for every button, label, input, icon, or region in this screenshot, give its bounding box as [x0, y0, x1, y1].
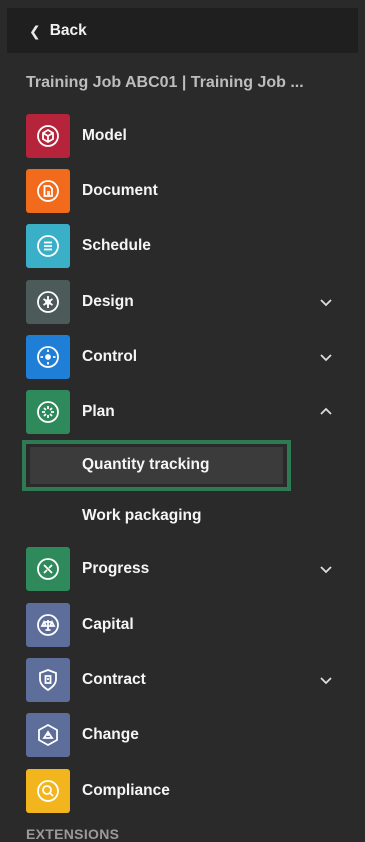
- nav-item-model[interactable]: Model: [0, 108, 365, 163]
- nav-label-model: Model: [82, 126, 127, 144]
- schedule-icon: [26, 224, 70, 269]
- nav-label-work-packaging: Work packaging: [82, 507, 202, 525]
- back-button[interactable]: ❮ Back: [7, 8, 358, 53]
- nav-item-design[interactable]: Design: [0, 274, 365, 329]
- nav-label-contract: Contract: [82, 671, 146, 689]
- chevron-down-icon[interactable]: [318, 561, 334, 577]
- nav-item-document[interactable]: Document: [0, 163, 365, 218]
- compliance-icon: [26, 768, 70, 813]
- chevron-down-icon[interactable]: [318, 672, 334, 688]
- nav-item-change[interactable]: Change: [0, 708, 365, 763]
- nav-item-schedule[interactable]: Schedule: [0, 219, 365, 274]
- nav-item-capital[interactable]: Capital: [0, 597, 365, 652]
- cube-icon: [26, 113, 70, 158]
- section-header-extensions: EXTENSIONS: [26, 826, 120, 842]
- back-label: Back: [49, 21, 87, 39]
- nav-subitem-work-packaging[interactable]: Work packaging: [0, 491, 365, 542]
- nav-label-compliance: Compliance: [82, 781, 170, 799]
- nav-subitem-quantity-tracking[interactable]: Quantity tracking: [0, 439, 365, 491]
- document-icon: [26, 168, 70, 213]
- nav-item-control[interactable]: Control: [0, 329, 365, 384]
- scale-icon: [26, 602, 70, 647]
- progress-icon: [26, 547, 70, 592]
- chevron-down-icon[interactable]: [318, 349, 334, 365]
- nav-item-plan[interactable]: Plan: [0, 384, 365, 439]
- chevron-up-icon[interactable]: [318, 404, 334, 420]
- design-icon: [26, 279, 70, 324]
- nav-label-capital: Capital: [82, 615, 134, 633]
- control-icon: [26, 334, 70, 379]
- nav-label-schedule: Schedule: [82, 237, 151, 255]
- nav-item-progress[interactable]: Progress: [0, 542, 365, 597]
- nav-item-compliance[interactable]: Compliance: [0, 763, 365, 818]
- nav-label-quantity-tracking: Quantity tracking: [82, 456, 210, 474]
- nav-label-design: Design: [82, 292, 134, 310]
- nav-label-plan: Plan: [82, 403, 115, 421]
- nav-label-control: Control: [82, 347, 138, 365]
- nav-item-contract[interactable]: Contract: [0, 652, 365, 707]
- nav-label-progress: Progress: [82, 560, 150, 578]
- nav-label-document: Document: [82, 181, 158, 199]
- change-icon: [26, 713, 70, 758]
- plan-icon: [26, 390, 70, 435]
- job-title: Training Job ABC01 | Training Job ...: [26, 74, 304, 91]
- contract-icon: [26, 658, 70, 703]
- nav-label-change: Change: [82, 726, 139, 744]
- chevron-down-icon[interactable]: [318, 294, 334, 310]
- chevron-left-icon: ❮: [29, 22, 41, 39]
- sidebar-nav: Model Document Schedule Design Control P…: [0, 108, 365, 818]
